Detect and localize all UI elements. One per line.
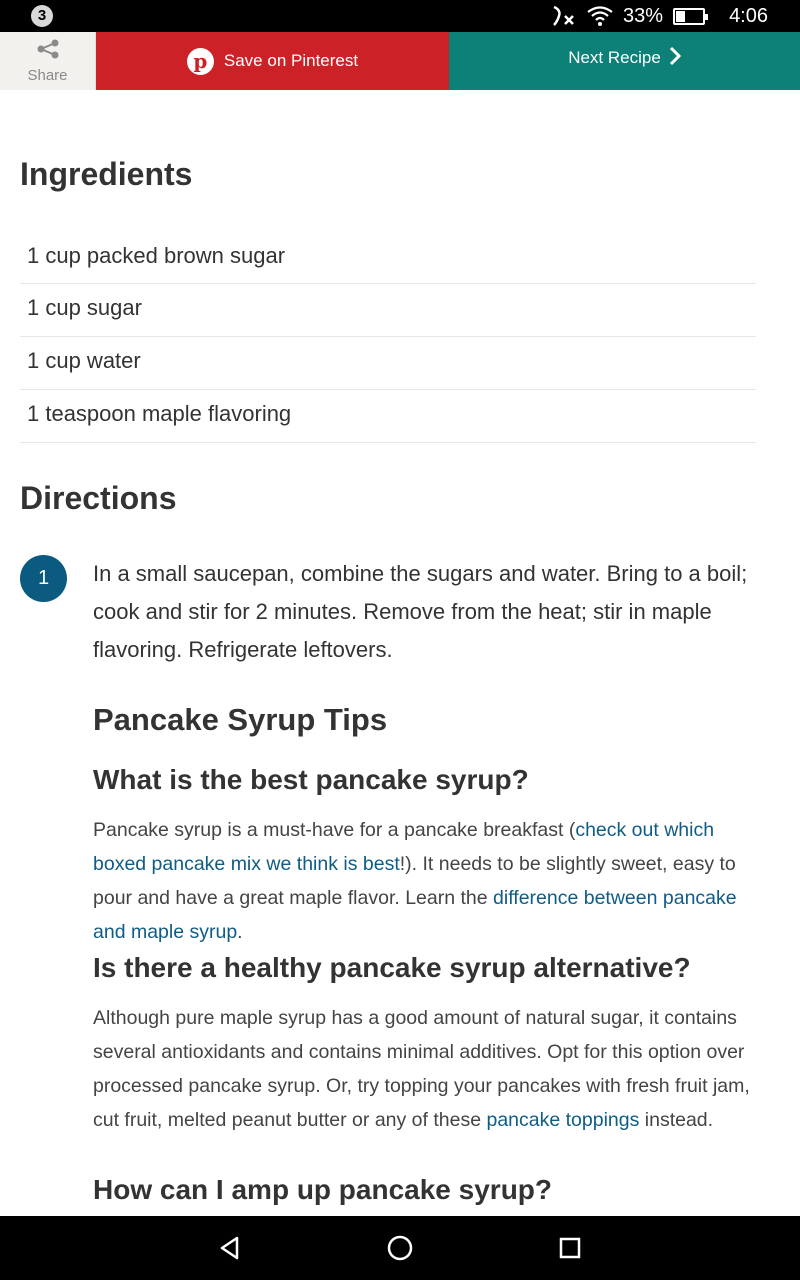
- no-sim-icon: [551, 4, 577, 28]
- share-button[interactable]: Share: [0, 32, 96, 90]
- ingredient-item: 1 cup water: [20, 337, 756, 390]
- tip-answer: Although pure maple syrup has a good amo…: [93, 1001, 763, 1137]
- ingredients-heading: Ingredients: [20, 156, 193, 192]
- tip-answer: Pancake syrup is a must-have for a panca…: [93, 813, 763, 949]
- save-on-pinterest-button[interactable]: p Save on Pinterest: [96, 32, 449, 90]
- tip-text: .: [237, 921, 243, 943]
- step-number-badge: 1: [20, 555, 67, 602]
- tip-question-heading: How can I amp up pancake syrup?: [93, 1174, 553, 1205]
- navigation-bar: [0, 1216, 800, 1280]
- share-label: Share: [27, 66, 68, 84]
- next-recipe-label: Next Recipe: [568, 48, 661, 67]
- tips-heading: Pancake Syrup Tips: [93, 702, 388, 737]
- step-text: In a small saucepan, combine the sugars …: [93, 561, 748, 662]
- notification-count-badge: 3: [31, 5, 53, 27]
- status-bar: 3 33% 4:06: [0, 0, 800, 32]
- pinterest-label: Save on Pinterest: [223, 51, 359, 70]
- pinterest-logo-icon: p: [186, 47, 214, 75]
- next-recipe-button[interactable]: Next Recipe: [449, 32, 800, 90]
- back-triangle-icon[interactable]: [214, 1232, 246, 1264]
- recents-square-icon[interactable]: [554, 1232, 586, 1264]
- directions-heading: Directions: [20, 480, 177, 516]
- tip-text: instead.: [639, 1109, 714, 1131]
- ingredients-list: 1 cup packed brown sugar 1 cup sugar 1 c…: [20, 232, 756, 443]
- tip-text: Pancake syrup is a must-have for a panca…: [93, 819, 576, 841]
- tip-question-heading: What is the best pancake syrup?: [93, 764, 529, 795]
- home-circle-icon[interactable]: [384, 1232, 416, 1264]
- recipe-action-bar: Share p Save on Pinterest Next Recipe: [0, 32, 800, 90]
- status-icons: 33% 4:06: [551, 0, 768, 32]
- battery-icon: [673, 7, 709, 25]
- clock: 4:06: [729, 4, 768, 27]
- battery-percent: 33%: [623, 4, 664, 27]
- tip-question-heading: Is there a healthy pancake syrup alterna…: [93, 952, 691, 983]
- share-icon: [36, 39, 60, 67]
- pancake-toppings-link[interactable]: pancake toppings: [486, 1109, 639, 1131]
- ingredient-item: 1 cup packed brown sugar: [20, 232, 756, 284]
- recipe-content: Ingredients 1 cup packed brown sugar 1 c…: [0, 90, 800, 1216]
- wifi-icon: [587, 6, 613, 26]
- ingredient-item: 1 teaspoon maple flavoring: [20, 390, 756, 443]
- chevron-right-icon: [669, 46, 681, 71]
- ingredient-item: 1 cup sugar: [20, 284, 756, 337]
